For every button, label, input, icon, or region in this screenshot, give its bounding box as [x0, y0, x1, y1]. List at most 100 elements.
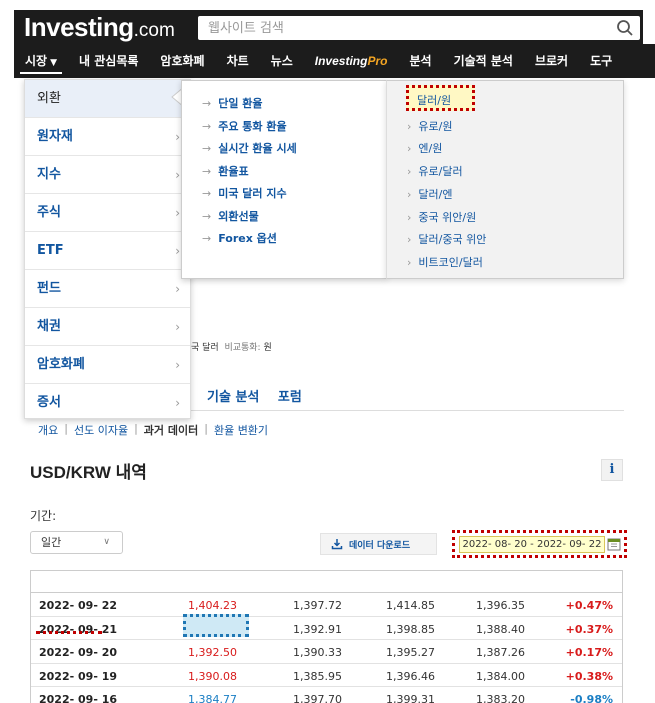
pair-link[interactable]: › 유로/달러 — [407, 163, 463, 179]
nav-brokers[interactable]: 브로커 — [524, 44, 579, 78]
period-label: 기간: — [30, 509, 57, 523]
investing-logo[interactable]: Investing .com — [24, 10, 175, 44]
currency-note: 국 달러 비교통화: 원 — [191, 340, 272, 353]
period-value: 일간 — [41, 536, 62, 549]
market-menu-item[interactable]: 주식 › — [25, 194, 190, 232]
close-highlight — [183, 614, 249, 637]
chevron-right-icon: › — [407, 165, 412, 179]
tab-technical-analysis[interactable]: 기술 분석 — [207, 390, 259, 405]
fx-menu-label: 주요 통화 환율 — [218, 119, 287, 133]
fx-menu-label: 환율표 — [218, 164, 249, 178]
table-row: 2022- 09- 211,397.711,392.911,398.851,38… — [31, 617, 622, 640]
history-table: 2022- 09- 22 1,404.23 1,397.72 1,414.85 1,39… — [30, 570, 623, 703]
change-cell: +0.37% — [565, 622, 613, 636]
fx-menu-link[interactable]: → 환율표 — [202, 163, 249, 179]
pair-link[interactable]: › 중국 위안/원 — [407, 209, 476, 225]
note-label: 비교통화: — [224, 343, 261, 353]
main-nav: 시장 ▼ 내 관심목록 암호화폐 차트 뉴스 InvestingPro 분석 기술… — [14, 44, 655, 78]
high-cell: 1,396.46 — [386, 669, 435, 683]
chevron-right-icon: › — [175, 130, 180, 144]
pair-link[interactable]: › 달러/중국 위안 — [407, 231, 486, 247]
arrow-right-icon: → — [202, 119, 212, 133]
nav-technical[interactable]: 기술적 분석 — [443, 44, 524, 78]
tab-forum[interactable]: 포럼 — [278, 390, 302, 405]
date-cell: 2022- 09- 16 — [39, 693, 118, 703]
logo-domain-text: .com — [133, 20, 175, 41]
chevron-right-icon: › — [407, 119, 412, 133]
open-cell: 1,385.95 — [293, 669, 342, 683]
market-menu-item[interactable]: 펀드 › — [25, 270, 190, 308]
fx-menu-link[interactable]: → 단일 환율 — [202, 95, 263, 111]
breadcrumb: 개요 | 선도 이자율 | 과거 데이터 | 환율 변환기 — [38, 422, 268, 438]
pair-label: 달러/중국 위안 — [418, 233, 487, 247]
pair-label: 중국 위안/원 — [418, 210, 477, 224]
nav-markets[interactable]: 시장 ▼ — [14, 44, 69, 78]
fx-menu-link[interactable]: → 실시간 환율 시세 — [202, 140, 297, 156]
pair-link[interactable]: › 달러/엔 — [407, 186, 452, 202]
market-menu-item[interactable]: 암호화폐 › — [25, 346, 190, 384]
pair-label: 유로/달러 — [418, 165, 463, 179]
arrow-right-icon: → — [202, 232, 212, 245]
fx-menu-label: 미국 달러 지수 — [218, 187, 287, 200]
search-input[interactable] — [198, 16, 608, 40]
nav-analysis[interactable]: 분석 — [398, 44, 442, 78]
pair-link[interactable]: › 비트코인/달러 — [407, 254, 483, 270]
nav-crypto[interactable]: 암호화폐 — [149, 44, 215, 78]
fx-menu-label: 외환선물 — [218, 209, 259, 223]
link-overview[interactable]: 개요 — [38, 422, 58, 438]
market-menu-label: ETF — [37, 243, 64, 258]
download-button[interactable]: 데이터 다운로드 — [320, 533, 437, 555]
market-menu-label: 원자재 — [37, 129, 73, 144]
arrow-right-icon: → — [202, 209, 212, 223]
pair-label: 비트코인/달러 — [418, 255, 483, 269]
nav-watchlist[interactable]: 내 관심목록 — [68, 44, 149, 78]
link-forward-rates[interactable]: 선도 이자율 — [74, 422, 128, 438]
arrow-right-icon: → — [202, 164, 212, 178]
usd-krw-highlight[interactable]: 달러/원 — [406, 85, 475, 111]
market-menu-label: 주식 — [37, 205, 61, 220]
table-body: 2022- 09- 22 1,404.23 1,397.72 1,414.85 1,39… — [31, 593, 622, 703]
fx-menu-link[interactable]: → 주요 통화 환율 — [202, 118, 287, 134]
nav-investing-pro[interactable]: InvestingPro — [304, 44, 399, 78]
fx-menu-link[interactable]: → 미국 달러 지수 — [202, 185, 287, 201]
market-menu-item[interactable]: 채권 › — [25, 308, 190, 346]
nav-news[interactable]: 뉴스 — [260, 44, 304, 78]
market-menu-label: 증서 — [37, 395, 61, 410]
pair-link-usd-krw[interactable]: 달러/원 — [417, 92, 451, 108]
chevron-right-icon: › — [175, 358, 180, 372]
pair-link[interactable]: › 유로/원 — [407, 118, 452, 134]
low-cell: 1,388.40 — [476, 622, 525, 636]
nav-tools[interactable]: 도구 — [579, 44, 623, 78]
market-menu-item[interactable]: ETF › — [25, 232, 190, 270]
market-menu-item[interactable]: 원자재 › — [25, 118, 190, 156]
market-menu-item[interactable]: 지수 › — [25, 156, 190, 194]
arrow-right-icon: → — [202, 97, 212, 110]
chevron-down-icon: ∨ — [103, 537, 110, 547]
chevron-right-icon: › — [407, 187, 412, 201]
date-cell: 2022- 09- 19 — [39, 669, 118, 683]
page: Investing .com 시장▼ 내 관심목록 암호화폐 차트 뉴스 Inv… — [0, 0, 655, 703]
info-icon[interactable]: i — [601, 459, 623, 481]
link-historical-data[interactable]: 과거 데이터 — [144, 422, 198, 438]
search-box — [198, 16, 640, 40]
page-title: USD/KRW 내역 — [30, 463, 147, 482]
fx-menu-link[interactable]: → 외환선물 — [202, 208, 259, 224]
fx-menu-link[interactable]: → Forex 옵션 — [202, 230, 277, 246]
pair-link[interactable]: › 엔/원 — [407, 140, 442, 156]
nav-charts[interactable]: 차트 — [216, 44, 260, 78]
period-select[interactable]: 일간 ∨ — [30, 531, 123, 554]
market-menu-item[interactable]: 증서 › — [25, 384, 190, 422]
calendar-icon[interactable] — [607, 537, 621, 551]
date-range-picker[interactable]: 2022- 08- 20 - 2022- 09- 22 — [459, 536, 605, 553]
link-converter[interactable]: 환율 변환기 — [214, 422, 268, 438]
close-cell: 1,404.23 — [188, 599, 237, 612]
market-menu-item[interactable]: 외환 — [25, 80, 190, 118]
date-cell: 2022- 09- 22 — [39, 599, 118, 612]
arrow-right-icon: → — [202, 187, 212, 200]
fx-menu-label: 단일 환율 — [218, 97, 263, 110]
sub-tabs: 기술 분석 포럼 — [207, 386, 316, 405]
note-value: 원 — [263, 343, 272, 353]
arrow-right-icon: → — [202, 142, 212, 155]
chevron-right-icon: › — [407, 210, 412, 224]
search-icon[interactable] — [616, 19, 634, 37]
